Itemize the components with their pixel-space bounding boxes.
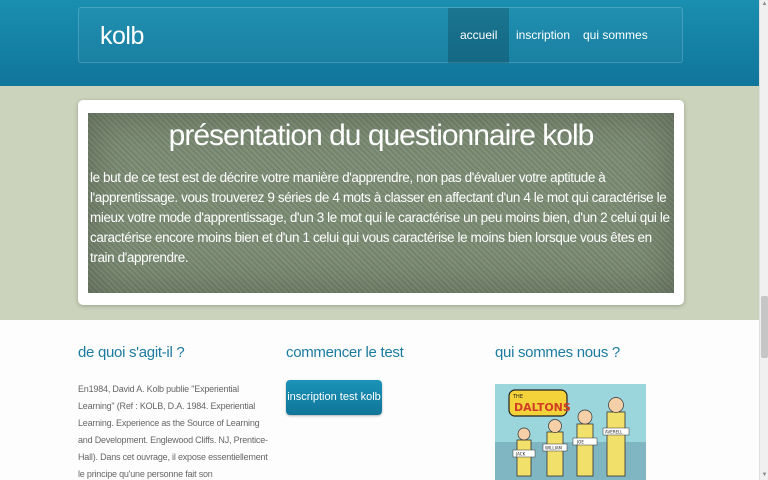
daltons-image: THE DALTONS JACK WILLIAM JOE AVERELL <box>495 384 646 480</box>
svg-text:DALTONS: DALTONS <box>514 401 571 414</box>
inscription-test-button[interactable]: inscription test kolb <box>286 380 382 415</box>
nav-accueil[interactable]: accueil <box>448 8 510 63</box>
hero-panel: présentation du questionnaire kolb le bu… <box>88 113 674 293</box>
scroll-up-icon[interactable]: ▲ <box>760 0 768 9</box>
poster-tag-jack: JACK <box>515 452 526 457</box>
top-navbar: kolb accueil inscription qui sommes nous <box>0 0 768 97</box>
about-heading: de quoi s'agit-il ? <box>78 344 185 361</box>
about-text: En1984, David A. Kolb publie "Experienti… <box>78 384 268 479</box>
hero-description: le but de ce test est de décrire votre m… <box>90 170 670 265</box>
start-heading: commencer le test <box>286 344 404 361</box>
poster-tag-averell: AVERELL <box>605 430 623 435</box>
hero-title: présentation du questionnaire kolb <box>168 119 595 152</box>
svg-text:THE: THE <box>512 394 523 400</box>
scroll-down-icon[interactable]: ▼ <box>760 471 768 480</box>
brand-logo[interactable]: kolb <box>100 22 144 51</box>
nav-container: kolb accueil inscription qui sommes nous <box>78 7 683 97</box>
vertical-scrollbar[interactable]: ▲ ▼ <box>759 0 768 480</box>
scroll-thumb[interactable] <box>761 296 768 358</box>
nav-qui-sommes-nous[interactable]: qui sommes nous <box>571 8 682 97</box>
hero-card: présentation du questionnaire kolb le bu… <box>78 100 684 305</box>
poster-tag-william: WILLIAM <box>545 446 563 451</box>
poster-tag-joe: JOE <box>576 440 584 445</box>
who-heading: qui sommes nous ? <box>495 344 620 361</box>
